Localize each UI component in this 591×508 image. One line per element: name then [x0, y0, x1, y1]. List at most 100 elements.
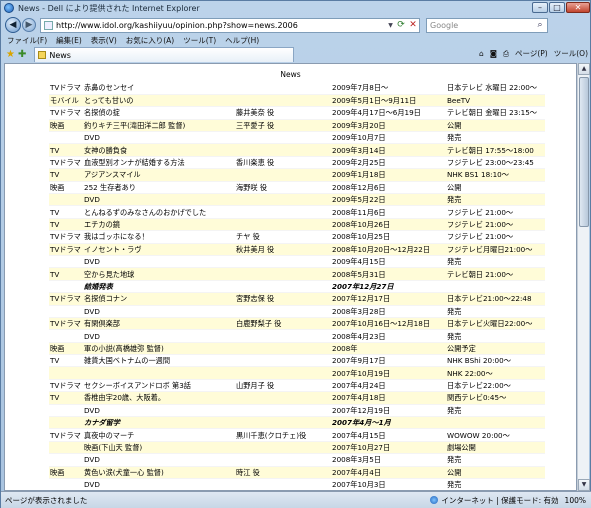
cell-date: 2009年1月18日: [331, 168, 446, 182]
table-row: TV アジアンスマイル 2009年1月18日 NHK BS1 18:10～: [49, 168, 545, 182]
scroll-thumb[interactable]: [579, 77, 589, 227]
table-row: TV エチカの鏡 2008年10月26日 フジテレビ 21:00～: [49, 218, 545, 232]
cell-title: 釣りキチ三平(滝田洋二郎 監督): [83, 119, 235, 133]
scroll-up-button[interactable]: ▲: [578, 63, 590, 75]
zoom-level[interactable]: 100%: [565, 496, 586, 505]
menu-tools[interactable]: ツール(T): [183, 35, 216, 46]
favorites-star-icon[interactable]: ★: [6, 49, 15, 60]
window-title: News - Dell により提供された Internet Explorer: [18, 3, 200, 13]
cell-cat: 映画: [49, 342, 83, 356]
tools-menu[interactable]: ツール(O): [554, 48, 588, 59]
cell-title: DVD: [83, 255, 235, 269]
cell-date: 2009年4月17日～6月19日: [331, 106, 446, 120]
cell-info: 日本テレビ22:00～: [446, 379, 545, 393]
cell-date: 2008年3月28日: [331, 305, 446, 318]
cell-role: [235, 342, 331, 356]
cell-cat: TVドラマ: [49, 230, 83, 244]
minimize-button[interactable]: –: [532, 2, 548, 13]
cell-cat: TV: [49, 205, 83, 219]
menu-view[interactable]: 表示(V): [91, 35, 117, 46]
cell-role: [235, 267, 331, 281]
table-row: 映画 軍の小説(高橋雄弥 監督) 2008年 公開予定: [49, 342, 545, 356]
address-input[interactable]: http://www.idol.org/kashiiyuu/opinion.ph…: [56, 21, 386, 30]
cell-role: 三平愛子 役: [235, 119, 331, 133]
table-row: TV とんねるずのみなさんのおかげでした 2008年11月6日 フジテレビ 21:00…: [49, 205, 545, 219]
cell-cat: TV: [49, 143, 83, 157]
cell-cat: [49, 280, 83, 294]
search-icon[interactable]: ⌕: [533, 20, 547, 30]
menu-edit[interactable]: 編集(E): [56, 35, 82, 46]
security-zone: インターネット | 保護モード: 有効: [430, 495, 559, 506]
cell-role: チヤ 役: [235, 230, 331, 244]
cell-role: 宮野志保 役: [235, 292, 331, 306]
ie-logo-icon: [4, 3, 14, 13]
page-menu[interactable]: ページ(P): [515, 48, 548, 59]
table-row: TVドラマ 我はゴッホになる！ チヤ 役 2008年10月25日 フジテレビ 21:00…: [49, 230, 545, 244]
table-row: DVD 2008年3月28日 発売: [49, 305, 545, 318]
cell-info: 日本テレビ21:00～22:48: [446, 292, 545, 306]
cell-role: [235, 366, 331, 380]
zone-text: インターネット | 保護モード: 有効: [441, 495, 559, 505]
cell-info: 発売: [446, 404, 545, 418]
cell-cat: TVドラマ: [49, 156, 83, 170]
table-row: モバイル とっても甘いの 2009年5月1日～9月11日 BeeTV: [49, 94, 545, 108]
refresh-icon[interactable]: ⟳: [395, 20, 407, 30]
address-dropdown-icon[interactable]: ▼: [386, 22, 395, 29]
cell-title: 真夜中のマーチ: [83, 428, 235, 442]
cell-role: 山野月子 役: [235, 379, 331, 393]
table-row: DVD 2009年5月22日 発売: [49, 193, 545, 207]
table-row: TVドラマ 名探偵の掟 藤井美奈 役 2009年4月17日～6月19日 テレビ朝日 金曜…: [49, 106, 545, 120]
cell-title: セクシーボイスアンドロボ 第3話: [83, 379, 235, 393]
feeds-icon[interactable]: ◙: [490, 49, 497, 58]
table-row: TVドラマ イノセント・ラヴ 秋井美月 役 2008年10月20日～12月22日 フジテ…: [49, 243, 545, 256]
menu-help[interactable]: ヘルプ(H): [225, 35, 259, 46]
print-icon[interactable]: ⎙: [503, 49, 509, 59]
search-box[interactable]: Google ⌕: [426, 17, 548, 33]
internet-globe-icon: [430, 496, 439, 504]
table-row: DVD 2007年10月3日 発売: [49, 478, 545, 490]
scroll-down-button[interactable]: ▼: [578, 479, 590, 491]
add-favorite-icon[interactable]: ✚: [18, 49, 26, 60]
vertical-scrollbar[interactable]: ▲ ▼: [577, 63, 590, 491]
cell-title: 名探偵の掟: [83, 106, 235, 120]
cell-title: カナダ留学: [83, 416, 235, 430]
back-button[interactable]: ◀: [5, 17, 21, 33]
menu-favorites[interactable]: お気に入り(A): [126, 35, 174, 46]
table-row: TV 雑貨大国ベトナムの一週間 2007年9月17日 NHK BShi 20:00～: [49, 354, 545, 368]
cell-date: 2009年5月22日: [331, 193, 446, 207]
cell-title: DVD: [83, 193, 235, 207]
forward-button[interactable]: ▶: [22, 18, 36, 32]
cell-title: 血液型別オンナが結婚する方法: [83, 156, 235, 170]
cell-date: 2008年5月31日: [331, 267, 446, 281]
cell-info: BeeTV: [446, 94, 545, 108]
cell-title: DVD: [83, 404, 235, 418]
table-row: TVドラマ 名探偵コナン 宮野志保 役 2007年12月17日 日本テレビ21:00～2…: [49, 292, 545, 306]
tab-news[interactable]: News: [34, 47, 295, 62]
menu-bar: ファイル(F) 編集(E) 表示(V) お気に入り(A) ツール(T) ヘルプ(…: [1, 35, 591, 46]
cell-info: 発売: [446, 305, 545, 318]
table-row: TVドラマ 赤鼻のセンセイ 2009年7月8日～ 日本テレビ 水曜日 22:00～: [49, 82, 545, 95]
home-icon[interactable]: ⌂: [479, 49, 484, 58]
cell-cat: TVドラマ: [49, 82, 83, 95]
cell-date: 2008年3月5日: [331, 453, 446, 467]
cell-info: 発売: [446, 131, 545, 145]
table-row: DVD 2009年10月7日 発売: [49, 131, 545, 145]
maximize-button[interactable]: □: [549, 2, 565, 13]
cell-role: [235, 168, 331, 182]
search-input[interactable]: Google: [427, 21, 533, 30]
menu-file[interactable]: ファイル(F): [7, 35, 47, 46]
cell-info: NHK 22:00～: [446, 366, 545, 380]
address-bar[interactable]: http://www.idol.org/kashiiyuu/opinion.ph…: [40, 17, 420, 33]
cell-info: 発売: [446, 193, 545, 207]
cell-cat: TV: [49, 168, 83, 182]
cell-date: 2008年10月25日: [331, 230, 446, 244]
tab-bar: ★ ✚ News ⌂ ◙ ⎙ ページ(P) ツール(O): [1, 46, 591, 63]
cell-title: 黄色い涙(犬童一心 監督): [83, 466, 235, 480]
cell-date: 2007年10月3日: [331, 478, 446, 490]
table-row: DVD 2007年12月19日 発売: [49, 404, 545, 418]
table-row: 映画 黄色い涙(犬童一心 監督) 時江 役 2007年4月4日 公開: [49, 466, 545, 480]
close-button[interactable]: ✕: [566, 2, 590, 13]
cell-date: 2009年5月1日～9月11日: [331, 94, 446, 108]
forward-arrow-icon: ▶: [25, 20, 33, 30]
stop-icon[interactable]: ✕: [407, 20, 419, 30]
